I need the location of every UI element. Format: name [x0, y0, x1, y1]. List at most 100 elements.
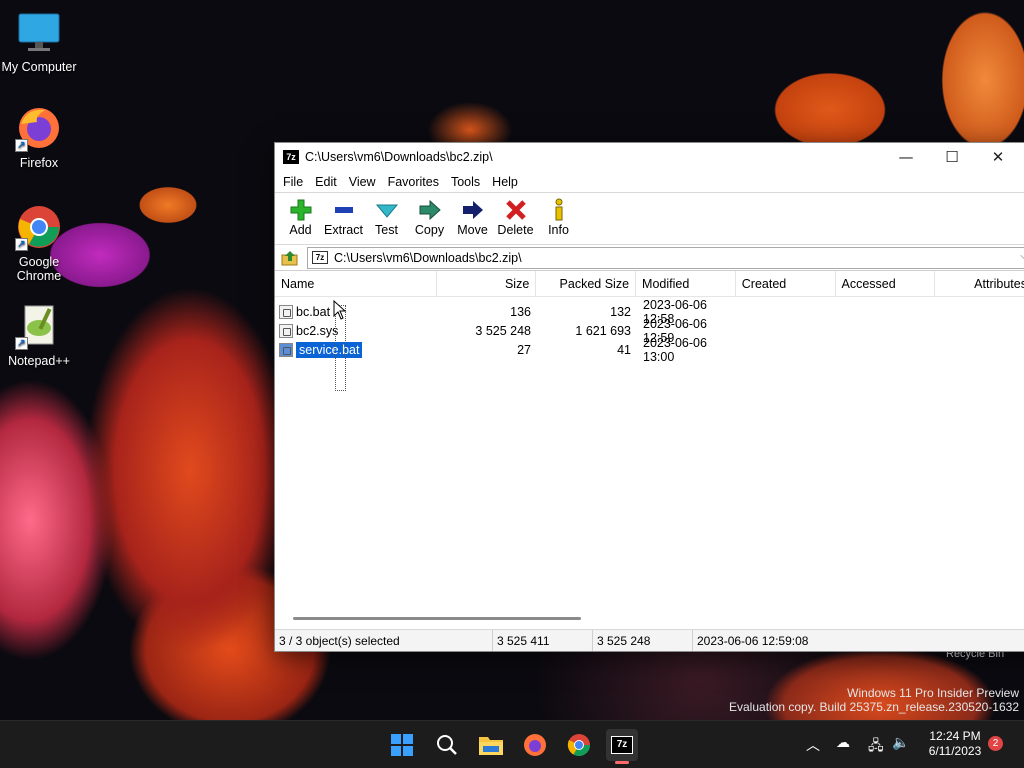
minus-icon	[330, 197, 358, 223]
clock-time: 12:24 PM	[929, 729, 981, 743]
sevenzip-app-icon: 7z	[283, 150, 299, 164]
status-modified: 2023-06-06 12:59:08	[697, 633, 809, 648]
batch-file-icon	[279, 342, 293, 357]
desktop-icon-label: Notepad++	[8, 354, 70, 368]
test-button[interactable]: Test	[365, 197, 408, 237]
file-modified: 2023-06-06 13:00	[643, 335, 707, 364]
address-text: C:\Users\vm6\Downloads\bc2.zip\	[334, 250, 522, 265]
menu-bar: File Edit View Favorites Tools Help	[275, 171, 1024, 193]
menu-help[interactable]: Help	[486, 173, 524, 191]
column-header: Name Size Packed Size Modified Created A…	[275, 271, 1024, 297]
file-name: bc.bat	[296, 304, 331, 319]
plus-icon	[287, 197, 315, 223]
desktop-icon-my-computer[interactable]: My Computer	[1, 8, 77, 74]
chrome-taskbar-button[interactable]	[563, 729, 595, 761]
notepadpp-icon: ↗	[15, 302, 63, 350]
desktop-icon-label: My Computer	[1, 60, 77, 74]
search-icon	[437, 735, 457, 755]
windows-logo-icon	[391, 734, 413, 756]
desktop-icon-firefox[interactable]: ↗ Firefox	[1, 104, 77, 170]
col-packed-size[interactable]: Packed Size	[536, 271, 637, 296]
add-button[interactable]: Add	[279, 197, 322, 237]
file-size: 27	[517, 342, 531, 357]
file-size: 136	[510, 304, 531, 319]
sevenzip-window: 7z C:\Users\vm6\Downloads\bc2.zip\ — ☐ ✕…	[274, 142, 1024, 652]
col-accessed[interactable]: Accessed	[836, 271, 936, 296]
chevron-down-icon[interactable]: ⌵	[1020, 251, 1024, 262]
menu-view[interactable]: View	[343, 173, 382, 191]
close-button[interactable]: ✕	[975, 143, 1021, 171]
extract-label: Extract	[324, 223, 363, 237]
delete-button[interactable]: Delete	[494, 197, 537, 237]
delete-x-icon	[502, 197, 530, 223]
clock-date: 6/11/2023	[928, 744, 982, 758]
up-folder-icon	[281, 250, 298, 265]
clock[interactable]: 12:24 PM 6/11/2023	[920, 729, 990, 759]
add-label: Add	[289, 223, 312, 237]
shortcut-arrow-icon: ↗	[15, 139, 28, 152]
desktop-icon-label: Firefox	[19, 156, 59, 170]
menu-edit[interactable]: Edit	[309, 173, 343, 191]
chevron-up-icon[interactable]: ︿	[806, 735, 820, 755]
chrome-icon	[567, 734, 590, 756]
table-row-selected[interactable]: service.bat 27 41 2023-06-06 13:00	[275, 335, 1024, 364]
firefox-taskbar-button[interactable]	[519, 729, 551, 761]
minimize-icon: —	[898, 148, 914, 166]
status-selection: 3 / 3 object(s) selected	[275, 630, 493, 651]
desktop-icon-label: Google Chrome	[16, 255, 62, 283]
test-label: Test	[375, 223, 398, 237]
chrome-icon: ↗	[15, 203, 63, 251]
info-icon	[545, 197, 573, 223]
copy-label: Copy	[414, 223, 445, 237]
monitor-icon	[15, 8, 63, 56]
copy-arrow-icon	[416, 197, 444, 223]
watermark-line2: Evaluation copy. Build 25375.zn_release.…	[729, 700, 1019, 714]
title-bar[interactable]: 7z C:\Users\vm6\Downloads\bc2.zip\ — ☐ ✕	[275, 143, 1024, 171]
window-title: C:\Users\vm6\Downloads\bc2.zip\	[305, 150, 493, 164]
start-button[interactable]	[386, 729, 418, 761]
horizontal-scrollbar[interactable]	[293, 617, 581, 620]
file-packed: 1 621 693	[575, 323, 631, 338]
shortcut-arrow-icon: ↗	[15, 238, 28, 251]
col-attributes[interactable]: Attributes	[935, 271, 1024, 296]
move-label: Move	[457, 223, 488, 237]
file-name: service.bat	[296, 341, 363, 358]
address-input[interactable]: 7z C:\Users\vm6\Downloads\bc2.zip\ ⌵	[307, 246, 1024, 269]
shortcut-arrow-icon: ↗	[15, 337, 28, 350]
info-label: Info	[548, 223, 569, 237]
mouse-cursor-icon	[333, 300, 347, 320]
move-button[interactable]: Move	[451, 197, 494, 237]
onedrive-icon[interactable]: ☁	[836, 735, 850, 751]
volume-icon[interactable]: 🔈	[892, 735, 909, 751]
col-modified[interactable]: Modified	[636, 271, 736, 296]
menu-tools[interactable]: Tools	[445, 173, 486, 191]
desktop-icon-notepadpp[interactable]: ↗ Notepad++	[1, 302, 77, 368]
file-explorer-button[interactable]	[475, 729, 507, 761]
col-name[interactable]: Name	[275, 271, 437, 296]
notification-badge[interactable]: 2	[988, 736, 1003, 751]
extract-button[interactable]: Extract	[322, 197, 365, 237]
file-size: 3 525 248	[475, 323, 531, 338]
desktop-icon-chrome[interactable]: ↗ Google Chrome	[1, 203, 77, 283]
file-list[interactable]: bc.bat 136 132 2023-06-06 12:58 bc2.sys …	[275, 297, 1024, 615]
watermark-line1: Windows 11 Pro Insider Preview	[847, 686, 1019, 700]
col-created[interactable]: Created	[736, 271, 836, 296]
sevenzip-taskbar-button[interactable]: 7z	[606, 729, 638, 764]
up-folder-button[interactable]	[279, 248, 301, 268]
menu-favorites[interactable]: Favorites	[382, 173, 445, 191]
network-icon[interactable]: 🖧	[868, 735, 884, 759]
maximize-button[interactable]: ☐	[929, 143, 975, 171]
file-name: bc2.sys	[296, 323, 339, 338]
col-size[interactable]: Size	[437, 271, 537, 296]
search-button[interactable]	[431, 729, 463, 761]
firefox-icon: ↗	[15, 104, 63, 152]
info-button[interactable]: Info	[537, 197, 580, 237]
copy-button[interactable]: Copy	[408, 197, 451, 237]
file-packed: 132	[610, 304, 631, 319]
windows-watermark: Windows 11 Pro Insider Preview Evaluatio…	[729, 686, 1019, 714]
file-packed: 41	[617, 342, 631, 357]
minimize-button[interactable]: —	[883, 143, 929, 171]
status-bar: 3 / 3 object(s) selected 3 525 411 3 525…	[275, 629, 1024, 651]
status-size: 3 525 411	[493, 630, 593, 651]
menu-file[interactable]: File	[277, 173, 309, 191]
